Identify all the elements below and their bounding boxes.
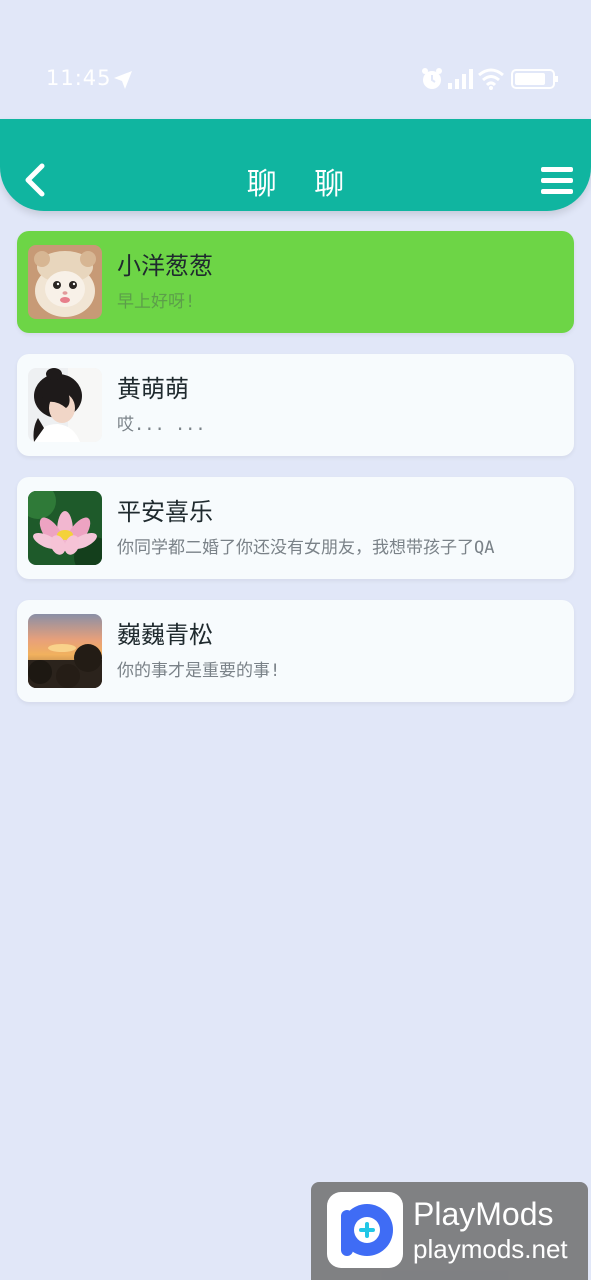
chat-item-pinganxile[interactable]: 平安喜乐 你同学都二婚了你还没有女朋友，我想带孩子了QA bbox=[17, 477, 574, 579]
chat-preview: 哎... ... bbox=[117, 415, 206, 435]
chat-preview: 早上好呀! bbox=[117, 292, 196, 312]
playmods-watermark: PlayMods playmods.net bbox=[311, 1182, 588, 1280]
app-header: 聊 聊 bbox=[0, 119, 591, 211]
signal-icon bbox=[448, 69, 473, 89]
chat-list: 小洋葱葱 早上好呀! 黄萌萌 哎... ... 平安喜乐 你同学都二婚了你还没有… bbox=[17, 231, 574, 723]
playmods-logo-icon bbox=[327, 1192, 403, 1268]
lotus-avatar bbox=[28, 491, 102, 565]
status-bar: 11:45 bbox=[0, 0, 591, 120]
watermark-url: playmods.net bbox=[413, 1234, 568, 1264]
girl-avatar bbox=[28, 368, 102, 442]
chat-item-huangmengmeng[interactable]: 黄萌萌 哎... ... bbox=[17, 354, 574, 456]
chat-name: 黄萌萌 bbox=[117, 375, 189, 403]
page-title: 聊 聊 bbox=[246, 167, 359, 202]
chat-name: 平安喜乐 bbox=[117, 498, 213, 526]
alarm-icon bbox=[422, 68, 442, 89]
chat-name: 巍巍青松 bbox=[117, 621, 213, 649]
hamburger-menu-icon[interactable] bbox=[541, 167, 573, 195]
chat-item-xiaoyangcongcong[interactable]: 小洋葱葱 早上好呀! bbox=[17, 231, 574, 333]
kitten-avatar bbox=[28, 245, 102, 319]
chat-preview: 你的事才是重要的事! bbox=[117, 661, 281, 681]
chat-name: 小洋葱葱 bbox=[117, 252, 213, 280]
location-arrow-icon bbox=[114, 71, 132, 89]
battery-icon bbox=[511, 69, 558, 89]
wifi-icon bbox=[478, 68, 504, 90]
chat-item-weiweiqingsong[interactable]: 巍巍青松 你的事才是重要的事! bbox=[17, 600, 574, 702]
status-time: 11:45 bbox=[46, 66, 112, 90]
sunset-avatar bbox=[28, 614, 102, 688]
chat-preview: 你同学都二婚了你还没有女朋友，我想带孩子了QA bbox=[117, 538, 495, 558]
watermark-title: PlayMods bbox=[413, 1196, 554, 1232]
